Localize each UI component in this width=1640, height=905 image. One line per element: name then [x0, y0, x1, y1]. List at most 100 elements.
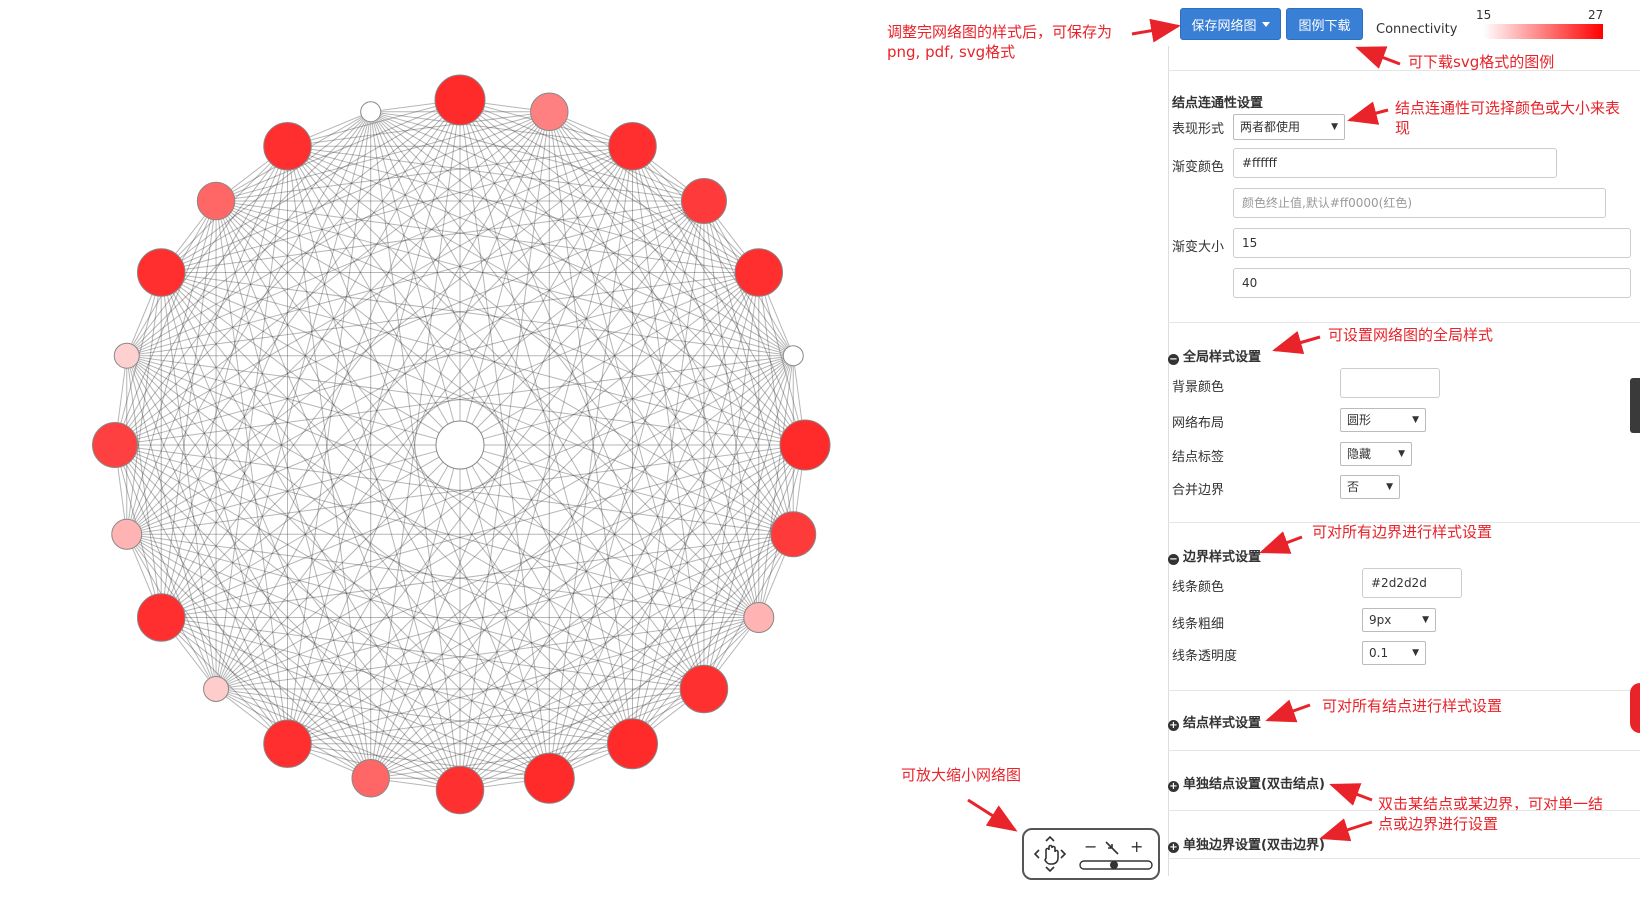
network-edge[interactable] — [114, 200, 217, 446]
network-nodes[interactable] — [92, 74, 831, 815]
network-node[interactable] — [113, 342, 140, 369]
network-node[interactable] — [770, 511, 817, 558]
side-scroll-indicator[interactable] — [1630, 378, 1640, 433]
layout-label: 网络布局 — [1172, 416, 1225, 431]
network-edge[interactable] — [161, 355, 794, 618]
global-section-toggle[interactable]: − 全局样式设置 — [1168, 346, 1261, 365]
edge-color-label: 线条颜色 — [1172, 580, 1225, 595]
network-node[interactable] — [607, 718, 658, 770]
zoom-out-button[interactable]: − — [1084, 837, 1097, 856]
network-node[interactable] — [136, 593, 186, 642]
size-min-input[interactable]: 15 — [1233, 228, 1631, 258]
network-edge[interactable] — [287, 146, 550, 779]
expand-plus-icon: + — [1168, 781, 1179, 792]
color-end-input[interactable]: 颜色终止值,默认#ff0000(红色) — [1233, 188, 1606, 218]
network-edge[interactable] — [161, 272, 794, 535]
dropdown-arrow-icon: ▼ — [1422, 615, 1429, 625]
network-edge[interactable] — [370, 146, 633, 779]
network-node[interactable] — [435, 765, 485, 815]
network-node[interactable] — [203, 675, 230, 702]
save-network-button[interactable]: 保存网络图 — [1180, 8, 1281, 40]
pan-left-icon[interactable] — [1033, 849, 1040, 859]
save-network-label: 保存网络图 — [1191, 18, 1257, 34]
display-mode-select[interactable]: 两者都使用 ▼ — [1233, 114, 1345, 140]
network-edge[interactable] — [459, 99, 705, 202]
pan-up-icon[interactable] — [1045, 835, 1055, 842]
size-max-input[interactable]: 40 — [1233, 268, 1631, 298]
zoom-in-button[interactable]: + — [1130, 837, 1143, 856]
fit-screen-icon[interactable] — [1105, 841, 1119, 855]
gradient-size-label: 渐变大小 — [1172, 240, 1225, 255]
network-node[interactable] — [782, 345, 804, 367]
network-edge[interactable] — [370, 111, 794, 357]
network-node[interactable] — [263, 719, 312, 769]
connectivity-gradient-bar — [1483, 24, 1603, 39]
chevron-down-icon — [1261, 21, 1270, 27]
single-edge-section-title: 单独边界设置(双击边界) — [1183, 838, 1325, 853]
collapse-minus-icon: − — [1168, 554, 1179, 565]
network-edge[interactable] — [126, 111, 372, 535]
color-start-input[interactable]: #ffffff — [1233, 148, 1557, 178]
network-node[interactable] — [263, 121, 312, 171]
legend-download-button[interactable]: 图例下载 — [1286, 8, 1363, 40]
edge-section-toggle[interactable]: − 边界样式设置 — [1168, 546, 1261, 565]
node-label-select[interactable]: 隐藏 ▼ — [1340, 442, 1412, 466]
network-edge[interactable] — [370, 111, 633, 744]
network-node-center[interactable] — [435, 420, 485, 470]
network-edge[interactable] — [126, 355, 759, 618]
display-mode-value: 两者都使用 — [1240, 120, 1301, 134]
divider — [1168, 690, 1640, 691]
collapse-minus-icon: − — [1168, 354, 1179, 365]
merge-select[interactable]: 否 ▼ — [1340, 475, 1400, 499]
dropdown-arrow-icon: ▼ — [1386, 482, 1393, 492]
pan-right-icon[interactable] — [1060, 849, 1067, 859]
network-node[interactable] — [136, 248, 186, 297]
network-node[interactable] — [608, 121, 657, 171]
network-node[interactable] — [680, 178, 727, 225]
edge-opacity-value: 0.1 — [1369, 646, 1389, 660]
network-node[interactable] — [351, 758, 390, 798]
network-edge[interactable] — [215, 688, 461, 791]
network-node[interactable] — [779, 419, 831, 471]
divider — [1168, 858, 1640, 859]
dropdown-arrow-icon: ▼ — [1331, 122, 1338, 132]
single-edge-section-toggle[interactable]: + 单独边界设置(双击边界) — [1168, 834, 1325, 853]
network-edge[interactable] — [287, 111, 550, 744]
edge-color-input[interactable]: #2d2d2d — [1362, 568, 1462, 598]
layout-value: 圆形 — [1347, 413, 1372, 427]
network-node[interactable] — [360, 101, 382, 123]
network-node[interactable] — [743, 602, 775, 633]
network-node[interactable] — [734, 248, 784, 297]
save-annotation-line2: png, pdf, svg格式 — [887, 43, 1016, 61]
side-float-button[interactable] — [1630, 683, 1640, 733]
network-edge[interactable] — [114, 444, 217, 690]
pan-down-icon[interactable] — [1045, 866, 1055, 873]
network-node[interactable] — [92, 422, 138, 468]
node-section-toggle[interactable]: + 结点样式设置 — [1168, 712, 1261, 731]
zoom-annotation: 可放大缩小网络图 — [901, 766, 1022, 784]
network-node[interactable] — [434, 74, 486, 126]
network-node[interactable] — [111, 518, 143, 550]
network-edge[interactable] — [126, 272, 759, 535]
network-edge[interactable] — [114, 444, 288, 745]
bg-color-input[interactable] — [1340, 368, 1440, 398]
edge-width-select[interactable]: 9px ▼ — [1362, 608, 1436, 632]
save-annotation-line1: 调整完网络图的样式后，可保存为 — [887, 23, 1113, 41]
network-node[interactable] — [196, 181, 236, 221]
network-node[interactable] — [530, 92, 569, 132]
layout-select[interactable]: 圆形 ▼ — [1340, 408, 1426, 432]
network-edge[interactable] — [703, 200, 806, 446]
single-node-section-toggle[interactable]: + 单独结点设置(双击结点) — [1168, 773, 1325, 792]
edge-opacity-select[interactable]: 0.1 ▼ — [1362, 641, 1426, 665]
network-edge[interactable] — [160, 617, 461, 791]
zoom-slider-handle[interactable] — [1110, 861, 1118, 869]
network-node[interactable] — [679, 664, 729, 714]
zoom-control-graphic: − + — [1033, 835, 1153, 873]
network-node[interactable] — [523, 752, 575, 804]
divider — [1168, 322, 1640, 323]
network-edge[interactable] — [215, 99, 461, 202]
network-edge[interactable] — [703, 444, 806, 690]
connectivity-section-title: 结点连通性设置 — [1172, 96, 1264, 111]
network-edge[interactable] — [459, 688, 705, 791]
hand-pan-icon[interactable] — [1044, 844, 1059, 865]
